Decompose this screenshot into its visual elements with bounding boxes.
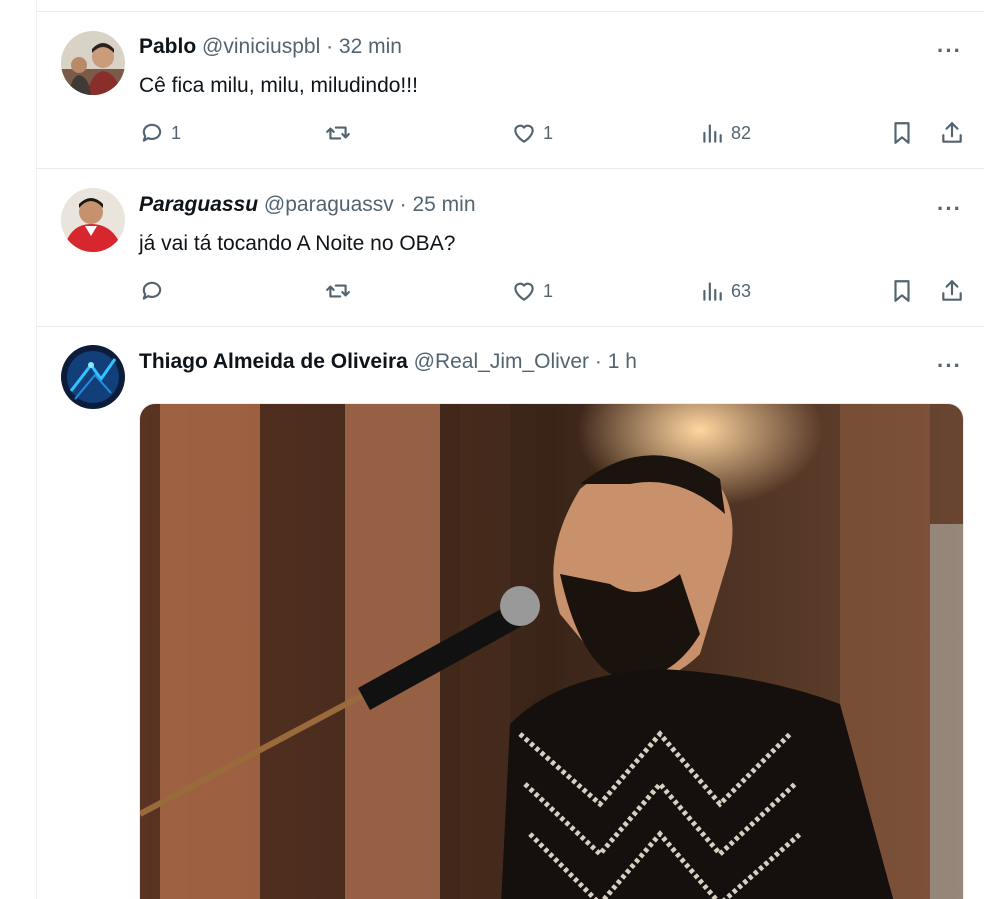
separator-dot: · — [399, 193, 407, 216]
like-button[interactable]: 1 — [511, 278, 553, 304]
share-upload-icon — [942, 280, 962, 301]
bar-chart-icon — [703, 124, 722, 143]
display-name[interactable]: Thiago Almeida de Oliveira — [139, 350, 408, 373]
more-options-button[interactable]: ··· — [937, 353, 962, 379]
retweet-icon — [326, 126, 350, 140]
bookmark-button[interactable] — [889, 278, 915, 304]
more-options-button[interactable]: ··· — [937, 196, 962, 222]
heart-icon — [514, 124, 534, 143]
views-button[interactable]: 82 — [699, 120, 751, 146]
avatar-thiago[interactable] — [61, 345, 125, 409]
reply-button[interactable] — [139, 278, 171, 304]
display-name[interactable]: Paraguassu — [139, 193, 258, 216]
heart-icon — [514, 282, 534, 301]
tweet-media-image[interactable] — [139, 403, 964, 899]
share-button[interactable] — [939, 278, 965, 304]
tweet-actions: 1 1 82 — [139, 120, 971, 150]
bookmark-icon — [894, 122, 910, 144]
user-handle[interactable]: @Real_Jim_Oliver — [414, 350, 589, 373]
user-handle[interactable]: @paraguassv — [264, 193, 394, 216]
bookmark-button[interactable] — [889, 120, 915, 146]
tweet-divider — [36, 168, 984, 169]
avatar-pablo[interactable] — [61, 31, 125, 95]
display-name[interactable]: Pablo — [139, 35, 196, 58]
retweet-button[interactable] — [325, 120, 357, 146]
tweet-thiago[interactable]: Thiago Almeida de Oliveira @Real_Jim_Oli… — [36, 327, 984, 899]
timestamp[interactable]: 1 h — [608, 350, 637, 373]
retweet-button[interactable] — [325, 278, 357, 304]
timeline: Pablo @viniciuspbl · 32 min ··· Cê fica … — [36, 0, 984, 899]
tweet-actions: 1 63 — [139, 278, 971, 308]
like-button[interactable]: 1 — [511, 120, 553, 146]
like-count: 1 — [543, 122, 554, 143]
view-count: 63 — [731, 280, 752, 301]
bookmark-icon — [894, 280, 910, 302]
separator-dot: · — [326, 35, 334, 58]
tweet-header: Paraguassu @paraguassv · 25 min — [139, 193, 476, 217]
views-button[interactable]: 63 — [699, 278, 751, 304]
tweet-header: Pablo @viniciuspbl · 32 min — [139, 35, 402, 59]
separator-dot: · — [594, 350, 602, 373]
tweet-pablo[interactable]: Pablo @viniciuspbl · 32 min ··· Cê fica … — [36, 12, 984, 168]
retweet-icon — [326, 284, 350, 298]
tweet-text: já vai tá tocando A Noite no OBA? — [139, 232, 456, 255]
reply-button[interactable]: 1 — [139, 120, 181, 146]
tweet-paraguassu[interactable]: Paraguassu @paraguassv · 25 min ··· já v… — [36, 170, 984, 326]
view-count: 82 — [731, 122, 752, 143]
timestamp[interactable]: 25 min — [412, 193, 475, 216]
speech-bubble-icon — [142, 281, 162, 300]
tweet-header: Thiago Almeida de Oliveira @Real_Jim_Oli… — [139, 350, 637, 374]
avatar-paraguassu[interactable] — [61, 188, 125, 252]
user-handle[interactable]: @viniciuspbl — [202, 35, 320, 58]
reply-count: 1 — [171, 122, 182, 143]
bar-chart-icon — [703, 282, 722, 301]
speech-bubble-icon — [142, 123, 162, 142]
more-options-button[interactable]: ··· — [937, 38, 962, 64]
share-button[interactable] — [939, 120, 965, 146]
timestamp[interactable]: 32 min — [339, 35, 402, 58]
share-upload-icon — [942, 122, 962, 143]
like-count: 1 — [543, 280, 554, 301]
tweet-text: Cê fica milu, milu, miludindo!!! — [139, 74, 418, 97]
